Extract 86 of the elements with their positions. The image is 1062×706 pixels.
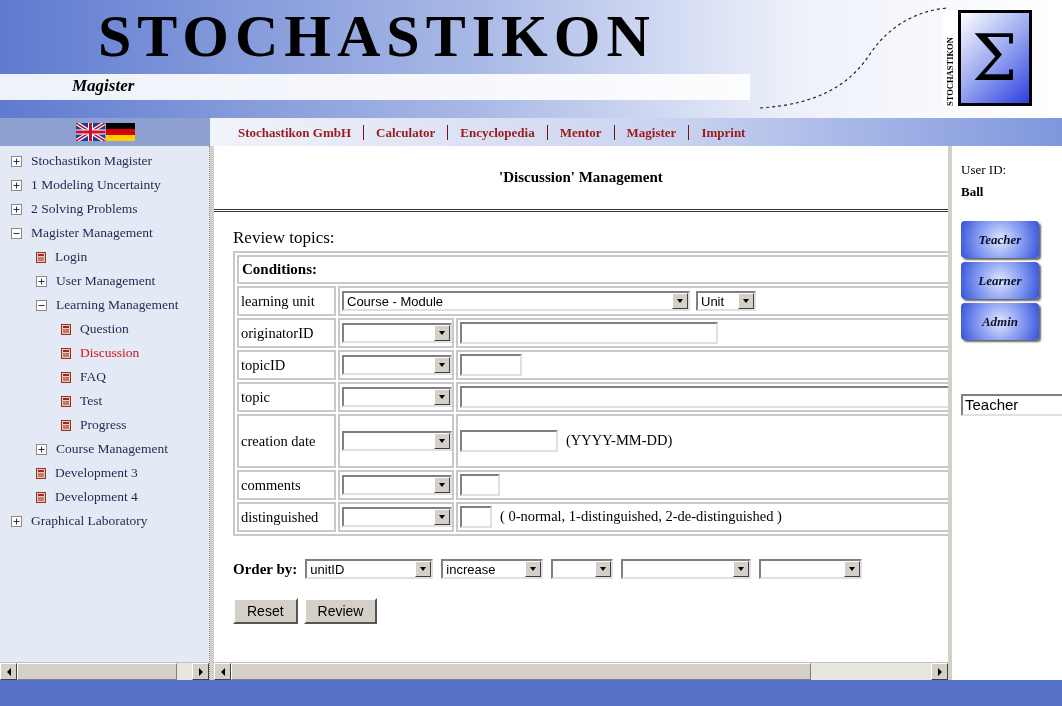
tree-item[interactable]: Learning Management xyxy=(56,294,179,316)
nav-link[interactable]: Imprint xyxy=(701,125,746,139)
tree-item[interactable]: Course Management xyxy=(56,438,169,460)
field-label: topicID xyxy=(241,355,286,375)
field-label: learning unit xyxy=(241,291,315,311)
expand-icon[interactable] xyxy=(11,179,22,191)
nav-link[interactable]: Magister xyxy=(626,125,677,139)
expand-icon[interactable] xyxy=(36,443,47,455)
conditions-heading: Conditions: xyxy=(242,260,318,280)
tree-item[interactable]: Test xyxy=(80,390,103,412)
tree-item[interactable]: 2 Solving Problems xyxy=(31,198,138,220)
field-label: creation date xyxy=(241,431,316,451)
scrollbar[interactable] xyxy=(0,662,209,680)
input-field[interactable]: Teacher xyxy=(961,394,1062,416)
input-field[interactable] xyxy=(460,430,558,452)
caret-icon xyxy=(438,513,446,521)
document-icon xyxy=(61,347,71,359)
expand-icon[interactable] xyxy=(11,515,22,527)
user-id-label: User ID: xyxy=(961,161,1008,179)
nav-link[interactable]: Stochastikon GmbH xyxy=(238,125,352,139)
caret-icon xyxy=(742,297,750,305)
order-by-label: Order by: xyxy=(233,560,298,579)
caret-icon xyxy=(676,297,684,305)
tree-item[interactable]: Progress xyxy=(80,414,127,436)
site-subtitle: Magister xyxy=(72,77,135,94)
caret-icon xyxy=(438,437,446,445)
dropdown[interactable]: Course - Module xyxy=(342,291,690,311)
role-button[interactable]: Teacher xyxy=(961,221,1039,258)
document-icon xyxy=(36,251,46,263)
document-icon xyxy=(36,467,46,479)
document-icon xyxy=(61,395,71,407)
tree-item[interactable]: Discussion xyxy=(80,342,140,364)
expand-icon[interactable] xyxy=(11,155,22,167)
dropdown[interactable]: unitID xyxy=(305,559,434,580)
tree-item[interactable]: Stochastikon Magister xyxy=(31,150,153,172)
user-name: Ball xyxy=(961,182,985,201)
right-arrow-icon xyxy=(196,667,205,676)
logo: STOCHASTIKON Σ xyxy=(942,10,1034,106)
dropdown[interactable]: increase xyxy=(441,559,544,580)
page-title: 'Discussion' Management xyxy=(499,168,663,187)
tree-item[interactable]: Development 3 xyxy=(55,462,138,484)
site-title: STOCHASTIKON xyxy=(98,6,656,66)
tree-item[interactable]: Question xyxy=(80,318,129,340)
expand-icon[interactable] xyxy=(11,203,22,215)
input-field[interactable] xyxy=(460,322,718,344)
document-icon xyxy=(36,491,46,503)
document-icon xyxy=(61,419,71,431)
nav-link[interactable]: Mentor xyxy=(559,125,602,139)
german-flag-icon[interactable] xyxy=(105,123,135,141)
input-field[interactable] xyxy=(460,474,500,496)
tree-item[interactable]: FAQ xyxy=(80,366,106,388)
document-icon xyxy=(61,323,71,335)
field-label: topic xyxy=(241,387,270,407)
tree-item[interactable]: Graphical Laboratory xyxy=(31,510,148,532)
input-field[interactable] xyxy=(460,354,522,376)
right-arrow-icon xyxy=(935,667,944,676)
field-label: comments xyxy=(241,475,301,495)
form-button[interactable]: Review xyxy=(303,597,378,624)
field-label: distinguished xyxy=(241,507,319,527)
tree-item[interactable]: Development 4 xyxy=(55,486,138,508)
tree-item[interactable]: Login xyxy=(55,246,88,268)
caret-icon xyxy=(438,329,446,337)
role-button[interactable]: Admin xyxy=(961,303,1039,340)
uk-flag-icon[interactable] xyxy=(75,123,105,141)
tree-item[interactable]: User Management xyxy=(56,270,156,292)
document-icon xyxy=(61,371,71,383)
collapse-icon[interactable] xyxy=(11,227,22,239)
role-button[interactable]: Learner xyxy=(961,262,1039,299)
caret-icon xyxy=(438,361,446,369)
collapse-icon[interactable] xyxy=(36,299,47,311)
hint-text: (YYYY-MM-DD) xyxy=(566,431,673,451)
section-title: Review topics: xyxy=(233,228,336,248)
input-field[interactable] xyxy=(460,506,492,528)
caret-icon xyxy=(438,393,446,401)
scrollbar[interactable] xyxy=(214,662,948,680)
form-button[interactable]: Reset xyxy=(233,597,298,624)
hint-text: ( 0-normal, 1-distinguished, 2-de-distinguished ) xyxy=(500,507,782,527)
field-label: originatorID xyxy=(241,323,314,343)
expand-icon[interactable] xyxy=(36,275,47,287)
tree-item[interactable]: Magister Management xyxy=(31,222,153,244)
caret-icon xyxy=(438,481,446,489)
nav-link[interactable]: Encyclopedia xyxy=(460,125,535,139)
tree-item[interactable]: 1 Modeling Uncertainty xyxy=(31,174,161,196)
dropdown[interactable] xyxy=(551,559,614,580)
nav-link[interactable]: Calculator xyxy=(376,125,436,139)
dropdown[interactable]: Unit xyxy=(696,291,756,311)
